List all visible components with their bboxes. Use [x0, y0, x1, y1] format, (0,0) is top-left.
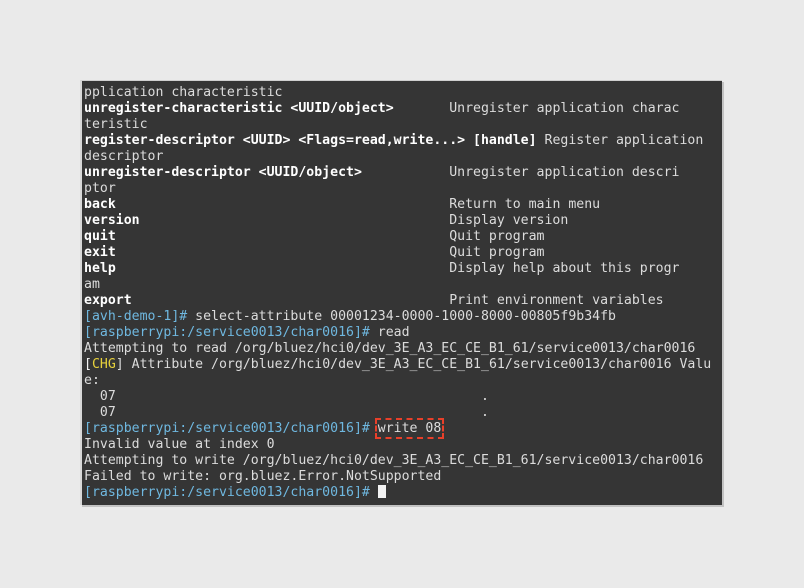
terminal-text: version	[84, 213, 140, 228]
terminal-line: [avh-demo-1]# select-attribute 00001234-…	[84, 309, 722, 325]
terminal-line: version Display version	[84, 213, 722, 229]
terminal-text: ptor	[84, 181, 116, 196]
shell-prompt: [raspberrypi:/service0013/char0016]#	[84, 485, 378, 500]
terminal-line: descriptor	[84, 149, 722, 165]
terminal-text: Unregister application descri	[361, 165, 680, 180]
terminal-line: quit Quit program	[84, 229, 722, 245]
terminal-line: [raspberrypi:/service0013/char0016]# wri…	[84, 418, 722, 439]
terminal-line: 07 .	[84, 389, 722, 405]
terminal-text: exit	[84, 245, 116, 260]
terminal-text: register-descriptor <UUID> <Flags=read,w…	[84, 133, 537, 148]
terminal-text: Quit program	[115, 229, 545, 244]
terminal-text: pplication characteristic	[84, 85, 283, 100]
terminal-text: unregister-descriptor <UUID/object>	[84, 165, 362, 180]
terminal-line: [raspberrypi:/service0013/char0016]#	[84, 485, 722, 501]
terminal-text: Return to main menu	[115, 197, 601, 212]
terminal-text: back	[84, 197, 116, 212]
terminal-text: 07 .	[84, 389, 489, 404]
terminal-text: [	[84, 357, 92, 372]
terminal-text: descriptor	[84, 149, 164, 164]
terminal-text: Unregister application charac	[393, 101, 680, 116]
terminal-line: Invalid value at index 0	[84, 437, 722, 453]
terminal-text: Display version	[139, 213, 569, 228]
terminal-line: ptor	[84, 181, 722, 197]
terminal-text: 07 .	[84, 405, 489, 420]
event-tag: CHG	[91, 357, 116, 372]
highlighted-command: write 08	[374, 418, 445, 439]
terminal-output[interactable]: pplication characteristic unregister-char…	[82, 81, 722, 501]
terminal-text: ] Attribute /org/bluez/hci0/dev_3E_A3_EC…	[115, 357, 712, 372]
shell-prompt: [raspberrypi:/service0013/char0016]#	[84, 421, 378, 436]
terminal-text: read	[377, 325, 410, 340]
terminal-line: help Display help about this progr	[84, 261, 722, 277]
terminal-line: e:	[84, 373, 722, 389]
terminal-text: Attempting to read /org/bluez/hci0/dev_3…	[84, 341, 696, 356]
terminal-line: 07 .	[84, 405, 722, 421]
shell-prompt: [avh-demo-1]#	[84, 309, 196, 324]
terminal-text: help	[84, 261, 116, 276]
terminal-window[interactable]: pplication characteristic unregister-char…	[80, 80, 722, 505]
terminal-line: Attempting to read /org/bluez/hci0/dev_3…	[84, 341, 722, 357]
terminal-text: quit	[84, 229, 116, 244]
terminal-line: export Print environment variables	[84, 293, 722, 309]
terminal-text: am	[84, 277, 100, 292]
terminal-text: Print environment variables	[131, 293, 664, 308]
terminal-text: write 08	[377, 421, 442, 436]
terminal-line: Failed to write: org.bluez.Error.NotSupp…	[84, 469, 722, 485]
terminal-line: exit Quit program	[84, 245, 722, 261]
terminal-text: Attempting to write /org/bluez/hci0/dev_…	[84, 453, 704, 468]
terminal-line: teristic	[84, 117, 722, 133]
terminal-line: Attempting to write /org/bluez/hci0/dev_…	[84, 453, 722, 469]
terminal-line: back Return to main menu	[84, 197, 722, 213]
terminal-line: unregister-characteristic <UUID/object> …	[84, 101, 722, 117]
terminal-text: Invalid value at index 0	[84, 437, 275, 452]
terminal-line: [CHG] Attribute /org/bluez/hci0/dev_3E_A…	[84, 357, 722, 373]
terminal-text: Failed to write: org.bluez.Error.NotSupp…	[84, 469, 442, 484]
terminal-text: Register application	[536, 133, 704, 148]
terminal-line: am	[84, 277, 722, 293]
terminal-text: e:	[84, 373, 100, 388]
shell-prompt: [raspberrypi:/service0013/char0016]#	[84, 325, 378, 340]
terminal-line: pplication characteristic	[84, 85, 722, 101]
text-cursor	[377, 485, 386, 498]
terminal-line: [raspberrypi:/service0013/char0016]# rea…	[84, 325, 722, 341]
terminal-text: export	[84, 293, 132, 308]
terminal-line: unregister-descriptor <UUID/object> Unre…	[84, 165, 722, 181]
terminal-line: register-descriptor <UUID> <Flags=read,w…	[84, 133, 722, 149]
terminal-text: teristic	[84, 117, 148, 132]
terminal-text: Quit program	[115, 245, 545, 260]
terminal-text: unregister-characteristic <UUID/object>	[84, 101, 394, 116]
terminal-text: select-attribute 00001234-0000-1000-8000…	[195, 309, 616, 324]
terminal-text: Display help about this progr	[115, 261, 680, 276]
